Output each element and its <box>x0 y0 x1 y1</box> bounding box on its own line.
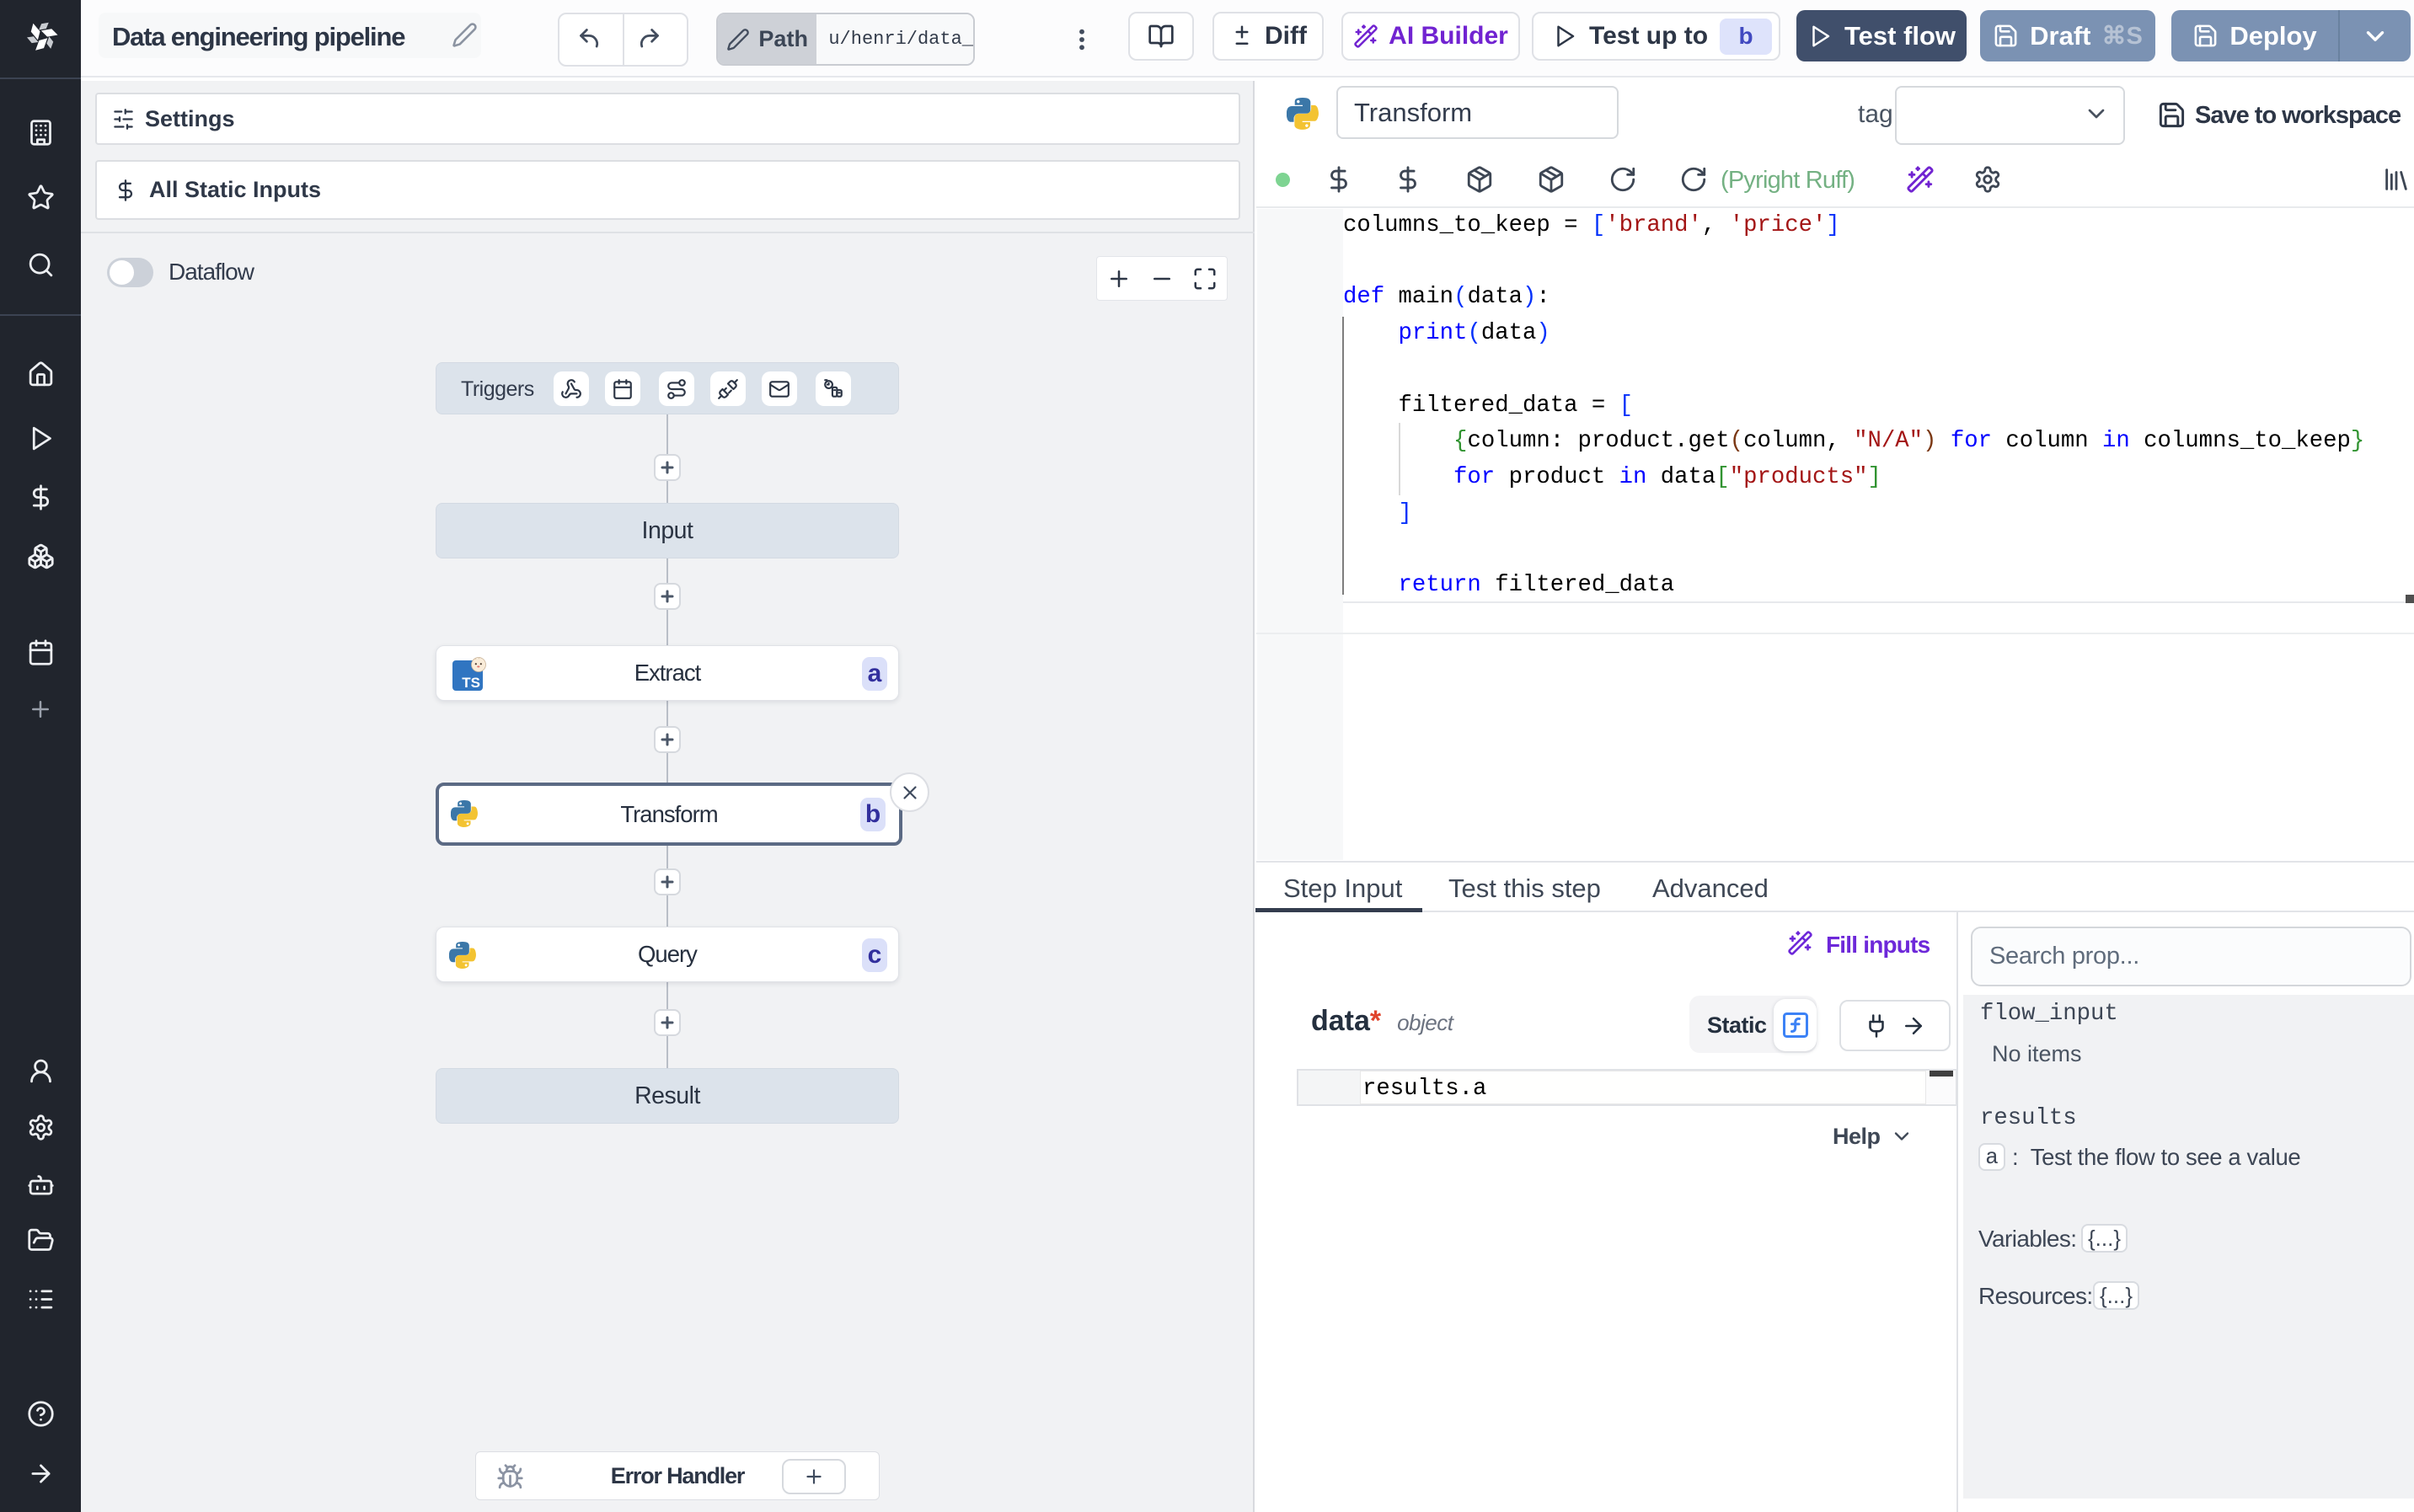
svg-text:TS: TS <box>462 675 480 691</box>
